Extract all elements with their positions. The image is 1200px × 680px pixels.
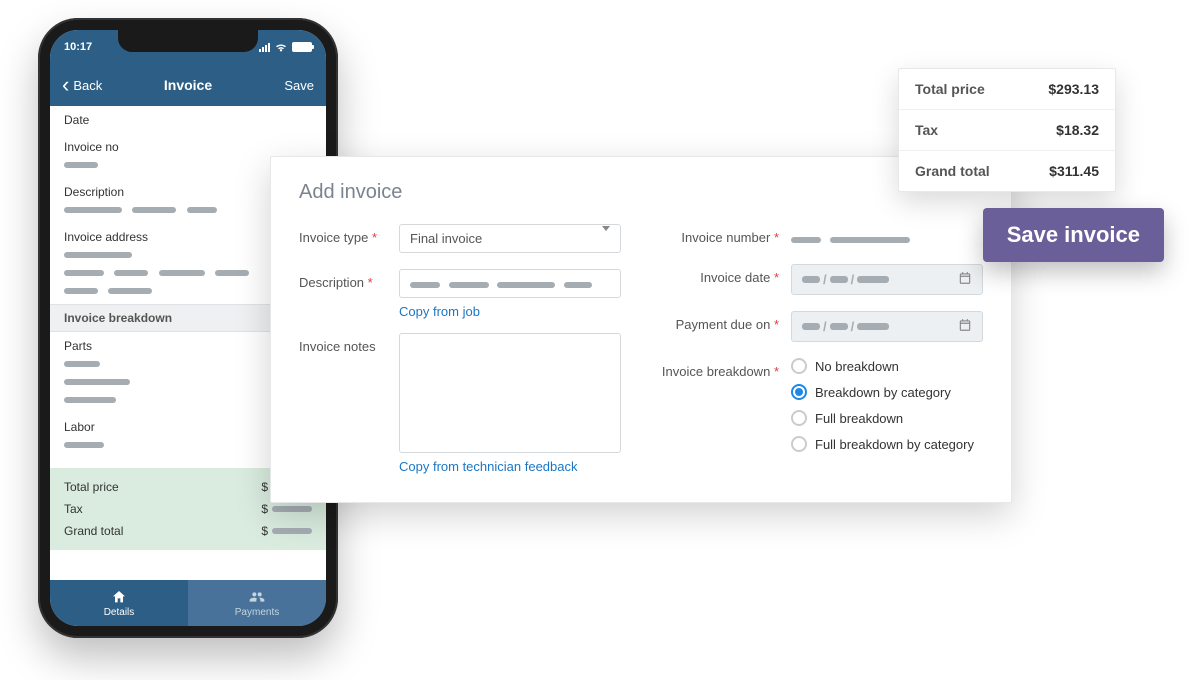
label-invoice-date: Invoice date xyxy=(700,270,770,285)
radio-icon xyxy=(791,410,807,426)
totals-card: Total price $293.13 Tax $18.32 Grand tot… xyxy=(898,68,1116,192)
battery-icon xyxy=(292,42,312,52)
invoice-type-select[interactable]: Final invoice xyxy=(399,224,621,253)
save-invoice-button[interactable]: Save invoice xyxy=(983,208,1164,262)
grand-total-label: Grand total xyxy=(915,163,990,179)
totals-row-grand-total: Grand total $311.45 xyxy=(899,150,1115,191)
label-date: Date xyxy=(64,113,312,127)
copy-from-job-link[interactable]: Copy from job xyxy=(399,304,480,319)
tab-details[interactable]: Details xyxy=(50,580,188,626)
invoice-type-value: Final invoice xyxy=(410,231,482,246)
row-description: Description * Copy from job xyxy=(299,269,621,321)
home-icon xyxy=(110,589,128,605)
radio-label-by-category: Breakdown by category xyxy=(815,385,951,400)
back-label: Back xyxy=(73,78,102,93)
label-description-form: Description xyxy=(299,275,364,290)
grand-total-value: $311.45 xyxy=(1049,163,1099,179)
totals-row-total-price: Total price $293.13 xyxy=(899,69,1115,109)
row-invoice-type: Invoice type * Final invoice xyxy=(299,224,621,253)
radio-icon xyxy=(791,358,807,374)
chevron-down-icon xyxy=(602,231,610,246)
tax-label: Tax xyxy=(915,122,938,138)
invoice-notes-textarea[interactable] xyxy=(399,333,621,453)
tab-payments[interactable]: Payments xyxy=(188,580,326,626)
save-button[interactable]: Save xyxy=(284,78,314,93)
phone-notch xyxy=(118,30,258,52)
radio-full-breakdown-by-category[interactable]: Full breakdown by category xyxy=(791,436,983,452)
add-invoice-panel: Add invoice Invoice type * Final invoice… xyxy=(270,156,1012,503)
row-payment-due: Payment due on * // xyxy=(661,311,983,342)
status-time: 10:17 xyxy=(64,41,92,53)
label-invoice-no: Invoice no xyxy=(64,140,312,154)
payment-due-input[interactable]: // xyxy=(791,311,983,342)
radio-icon xyxy=(791,384,807,400)
field-date: Date xyxy=(50,106,326,133)
label-payment-due: Payment due on xyxy=(676,317,771,332)
signal-icon xyxy=(259,43,270,52)
phone-grand-total-row: Grand total $ xyxy=(64,520,312,542)
chevron-left-icon xyxy=(62,74,69,96)
back-button[interactable]: Back xyxy=(62,74,102,96)
row-invoice-date: Invoice date * // xyxy=(661,264,983,295)
label-invoice-breakdown-form: Invoice breakdown xyxy=(662,364,770,379)
phone-tax-label: Tax xyxy=(64,502,83,516)
radio-no-breakdown[interactable]: No breakdown xyxy=(791,358,983,374)
description-input[interactable] xyxy=(399,269,621,298)
total-price-label: Total price xyxy=(915,81,985,97)
users-icon xyxy=(248,589,266,605)
calendar-icon xyxy=(958,318,972,335)
copy-from-tech-link[interactable]: Copy from technician feedback xyxy=(399,459,577,474)
label-invoice-type: Invoice type xyxy=(299,230,368,245)
tab-details-label: Details xyxy=(104,607,135,618)
radio-label-none: No breakdown xyxy=(815,359,899,374)
calendar-icon xyxy=(958,271,972,288)
total-price-value: $293.13 xyxy=(1048,81,1099,97)
status-icons xyxy=(259,42,312,52)
app-header: Back Invoice Save xyxy=(50,64,326,106)
phone-total-price-label: Total price xyxy=(64,480,119,494)
wifi-icon xyxy=(274,42,288,52)
panel-title: Add invoice xyxy=(299,181,983,204)
tab-bar: Details Payments xyxy=(50,580,326,626)
radio-breakdown-by-category[interactable]: Breakdown by category xyxy=(791,384,983,400)
label-invoice-notes: Invoice notes xyxy=(299,333,399,354)
radio-icon xyxy=(791,436,807,452)
radio-full-breakdown[interactable]: Full breakdown xyxy=(791,410,983,426)
app-title: Invoice xyxy=(164,77,212,93)
row-invoice-notes: Invoice notes Copy from technician feedb… xyxy=(299,333,621,476)
tab-payments-label: Payments xyxy=(235,607,279,618)
tax-value: $18.32 xyxy=(1056,122,1099,138)
totals-row-tax: Tax $18.32 xyxy=(899,109,1115,150)
label-invoice-number: Invoice number xyxy=(681,230,770,245)
radio-label-full: Full breakdown xyxy=(815,411,903,426)
invoice-date-input[interactable]: // xyxy=(791,264,983,295)
row-invoice-number: Invoice number * xyxy=(661,224,983,248)
radio-label-full-by-category: Full breakdown by category xyxy=(815,437,974,452)
row-invoice-breakdown: Invoice breakdown * No breakdown Breakdo… xyxy=(661,358,983,452)
phone-grand-total-label: Grand total xyxy=(64,524,123,538)
